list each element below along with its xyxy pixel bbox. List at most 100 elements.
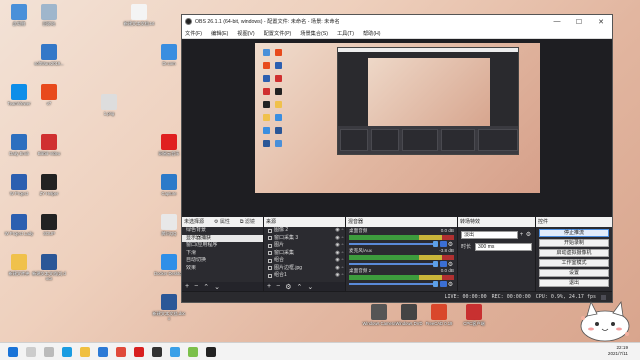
start-icon[interactable] — [8, 346, 18, 357]
edge-icon[interactable] — [62, 346, 72, 357]
scene-item[interactable]: 窗口/应用程序 — [182, 242, 263, 250]
menu-tools[interactable]: 工具(T) — [337, 30, 354, 37]
scene-item[interactable]: 下滑 — [182, 250, 263, 258]
lock-icon[interactable]: ▫ — [340, 272, 345, 280]
transition-type-select[interactable]: 淡出 — [461, 230, 518, 239]
move-up-icon[interactable]: ⌃ — [203, 283, 209, 291]
source-item[interactable]: 窗口采集 3 ◉ ▫ — [264, 235, 345, 243]
desktop-icon[interactable]: W Project — [2, 174, 36, 196]
desktop-icon-label: W Project — [9, 191, 29, 196]
menu-profile[interactable]: 配置文件(P) — [264, 30, 292, 37]
desktop-icon[interactable]: Windows DVD — [392, 304, 426, 326]
desktop-icon[interactable]: Windows Camera — [362, 304, 396, 326]
lock-icon[interactable]: ▫ — [340, 257, 345, 265]
maximize-button[interactable]: ☐ — [568, 18, 590, 26]
search-icon[interactable] — [26, 346, 36, 357]
stop-streaming-button[interactable]: 停止推流 — [539, 228, 609, 237]
scene-item[interactable]: 绿色背景 — [182, 227, 263, 235]
remove-icon[interactable]: − — [194, 283, 198, 290]
desktop-icon[interactable]: Daily Emili — [2, 134, 36, 156]
volume-slider[interactable] — [349, 281, 438, 287]
volume-slider[interactable] — [349, 261, 438, 267]
source-up-icon[interactable]: ⌃ — [296, 283, 302, 291]
channel-settings-icon[interactable]: ⚙ — [447, 261, 454, 268]
exit-button[interactable]: 退出 — [539, 278, 609, 287]
move-down-icon[interactable]: ⌄ — [214, 283, 220, 291]
desktop-icon[interactable]: v7 — [32, 84, 66, 106]
desktop-icon[interactable]: 此电脑 — [2, 4, 36, 26]
source-item[interactable]: 图片边框.jpg ◉ ▫ — [264, 265, 345, 273]
task-view-icon[interactable] — [44, 346, 54, 357]
desktop-icon[interactable]: 新建文件夹 — [2, 254, 36, 276]
source-settings-icon[interactable]: ⚙ — [285, 283, 291, 291]
desktop-icon[interactable]: W Project Lady — [2, 214, 36, 236]
properties-button[interactable]: ⚙ 属性 — [214, 217, 230, 227]
menu-help[interactable]: 帮助(H) — [363, 30, 381, 37]
desktop-icon[interactable]: 新建文本文档.txt — [122, 4, 156, 26]
source-item[interactable]: 图片 ◉ ▫ — [264, 242, 345, 250]
start-virtual-camera-button[interactable]: 启动虚拟摄像机 — [539, 248, 609, 257]
volume-meter — [349, 235, 454, 240]
scene-item[interactable]: 显示器捕获 — [182, 234, 263, 242]
scenes-dock: 未选择源 ⚙ 属性 ⧉ 滤镜 绿色背景 显示器捕获 窗口/应用程序 下滑 自动切换 效果 … — [182, 217, 264, 291]
desktop-icon[interactable]: ZY Helper — [32, 174, 66, 196]
menu-edit[interactable]: 编辑(E) — [211, 30, 228, 37]
lock-icon[interactable]: ▫ — [340, 227, 345, 235]
menu-file[interactable]: 文件(F) — [185, 30, 202, 37]
menu-view[interactable]: 视图(V) — [237, 30, 254, 37]
settings-button[interactable]: 设置 — [539, 268, 609, 277]
lock-icon[interactable]: ▫ — [340, 265, 345, 273]
source-item[interactable]: 组合1 ◉ ▫ — [264, 272, 345, 280]
chrome-icon[interactable] — [116, 346, 126, 357]
lock-icon[interactable]: ▫ — [340, 235, 345, 243]
volume-slider[interactable] — [349, 241, 438, 247]
speaker-icon[interactable] — [440, 241, 447, 247]
desktop-icon[interactable]: SOUP — [32, 214, 66, 236]
minimize-button[interactable]: — — [546, 18, 568, 25]
desktop-icon[interactable]: 回收站 — [32, 4, 66, 26]
slider-knob[interactable] — [433, 281, 438, 287]
speaker-icon[interactable] — [440, 261, 447, 267]
preview-canvas[interactable] — [255, 43, 540, 193]
desktop-icon[interactable]: Bilibili Video — [32, 134, 66, 156]
studio-mode-button[interactable]: 工作室模式 — [539, 258, 609, 267]
source-item[interactable]: 组合 ◉ ▫ — [264, 257, 345, 265]
desktop-icon[interactable]: CPC客户端 — [457, 304, 491, 326]
add-transition-icon[interactable]: + — [518, 232, 525, 238]
obs2-icon[interactable] — [206, 346, 216, 357]
slider-knob[interactable] — [433, 241, 438, 247]
lock-icon[interactable]: ▫ — [340, 250, 345, 258]
system-tray[interactable]: 22:19 2021/7/11 — [608, 345, 628, 357]
store-icon[interactable] — [98, 346, 108, 357]
obs-icon[interactable] — [152, 346, 162, 357]
lock-icon[interactable]: ▫ — [340, 242, 345, 250]
desktop-icon[interactable]: TeamViewer — [2, 84, 36, 106]
obs-titlebar[interactable]: OBS 26.1.1 (64-bit, windows) - 配置文件: 未命名… — [182, 15, 612, 28]
desktop-icon[interactable]: FreeCAD 0.19 — [422, 304, 456, 326]
start-recording-button[interactable]: 开始录制 — [539, 238, 609, 247]
tencent-icon[interactable] — [170, 346, 180, 357]
close-button[interactable]: ✕ — [590, 18, 612, 26]
source-down-icon[interactable]: ⌄ — [307, 283, 313, 291]
explorer-icon[interactable] — [80, 346, 90, 357]
add-source-icon[interactable]: + — [267, 283, 271, 290]
desktop-icon[interactable]: 新建文本文档(2).docx — [32, 254, 66, 281]
desktop-icon[interactable]: 1.png — [92, 94, 126, 116]
transition-settings-icon[interactable]: ⚙ — [525, 231, 532, 238]
duration-input[interactable]: 300 ms — [475, 242, 532, 251]
slider-knob[interactable] — [433, 261, 438, 267]
desktop-icon[interactable]: softWare2019... — [32, 44, 66, 66]
source-item[interactable]: 图像 2 ◉ ▫ — [264, 227, 345, 235]
remove-source-icon[interactable]: − — [276, 283, 280, 290]
netease-icon[interactable] — [134, 346, 144, 357]
source-item[interactable]: 窗口采集 ◉ ▫ — [264, 250, 345, 258]
filters-button[interactable]: ⧉ 滤镜 — [240, 217, 255, 227]
add-icon[interactable]: + — [185, 283, 189, 290]
android-icon[interactable] — [188, 346, 198, 357]
channel-settings-icon[interactable]: ⚙ — [447, 241, 454, 248]
channel-settings-icon[interactable]: ⚙ — [447, 281, 454, 288]
scene-item[interactable]: 效果 — [182, 265, 263, 273]
scene-item[interactable]: 自动切换 — [182, 257, 263, 265]
speaker-icon[interactable] — [440, 281, 447, 287]
menu-scene-collection[interactable]: 场景集合(S) — [300, 30, 328, 37]
